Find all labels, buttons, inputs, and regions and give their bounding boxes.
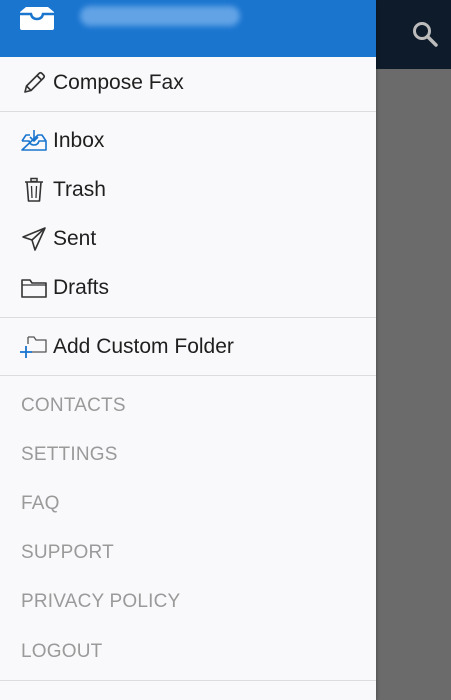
logout-link[interactable]: LOGOUT — [21, 641, 102, 663]
divider — [0, 375, 376, 376]
inbox-tray-icon — [20, 7, 54, 30]
contacts-link[interactable]: CONTACTS — [21, 395, 126, 417]
divider — [0, 111, 376, 112]
divider — [0, 317, 376, 318]
compose-fax-label: Compose Fax — [53, 71, 184, 94]
sidebar-item-label: Drafts — [53, 276, 110, 299]
support-link[interactable]: SUPPORT — [21, 542, 114, 564]
sidebar-item-label: Trash — [53, 178, 106, 201]
sidebar-item-label: Inbox — [53, 129, 105, 152]
pencil-icon — [20, 69, 48, 97]
sidebar-item-trash[interactable]: Trash — [0, 167, 376, 213]
privacy-policy-link[interactable]: PRIVACY POLICY — [21, 591, 180, 613]
add-custom-folder-button[interactable]: Add Custom Folder — [0, 324, 376, 370]
add-custom-folder-label: Add Custom Folder — [53, 335, 234, 358]
settings-link[interactable]: SETTINGS — [21, 444, 118, 466]
paper-plane-icon — [20, 225, 48, 253]
sidebar-item-drafts[interactable]: Drafts — [0, 265, 376, 311]
compose-fax-button[interactable]: Compose Fax — [0, 60, 376, 106]
sidebar-item-sent[interactable]: Sent — [0, 216, 376, 262]
add-folder-icon — [20, 333, 48, 361]
divider — [0, 680, 376, 681]
folder-icon — [20, 274, 48, 302]
inbox-tray-icon — [20, 127, 48, 155]
account-label — [80, 6, 240, 26]
faq-link[interactable]: FAQ — [21, 493, 60, 515]
drawer-header — [0, 0, 376, 57]
sidebar-item-inbox[interactable]: Inbox — [0, 118, 376, 164]
search-icon[interactable] — [411, 20, 439, 48]
trash-icon — [20, 176, 48, 204]
navigation-drawer: Compose Fax Inbox Trash Sent Drafts Add … — [0, 0, 376, 700]
sidebar-item-label: Sent — [53, 227, 97, 250]
